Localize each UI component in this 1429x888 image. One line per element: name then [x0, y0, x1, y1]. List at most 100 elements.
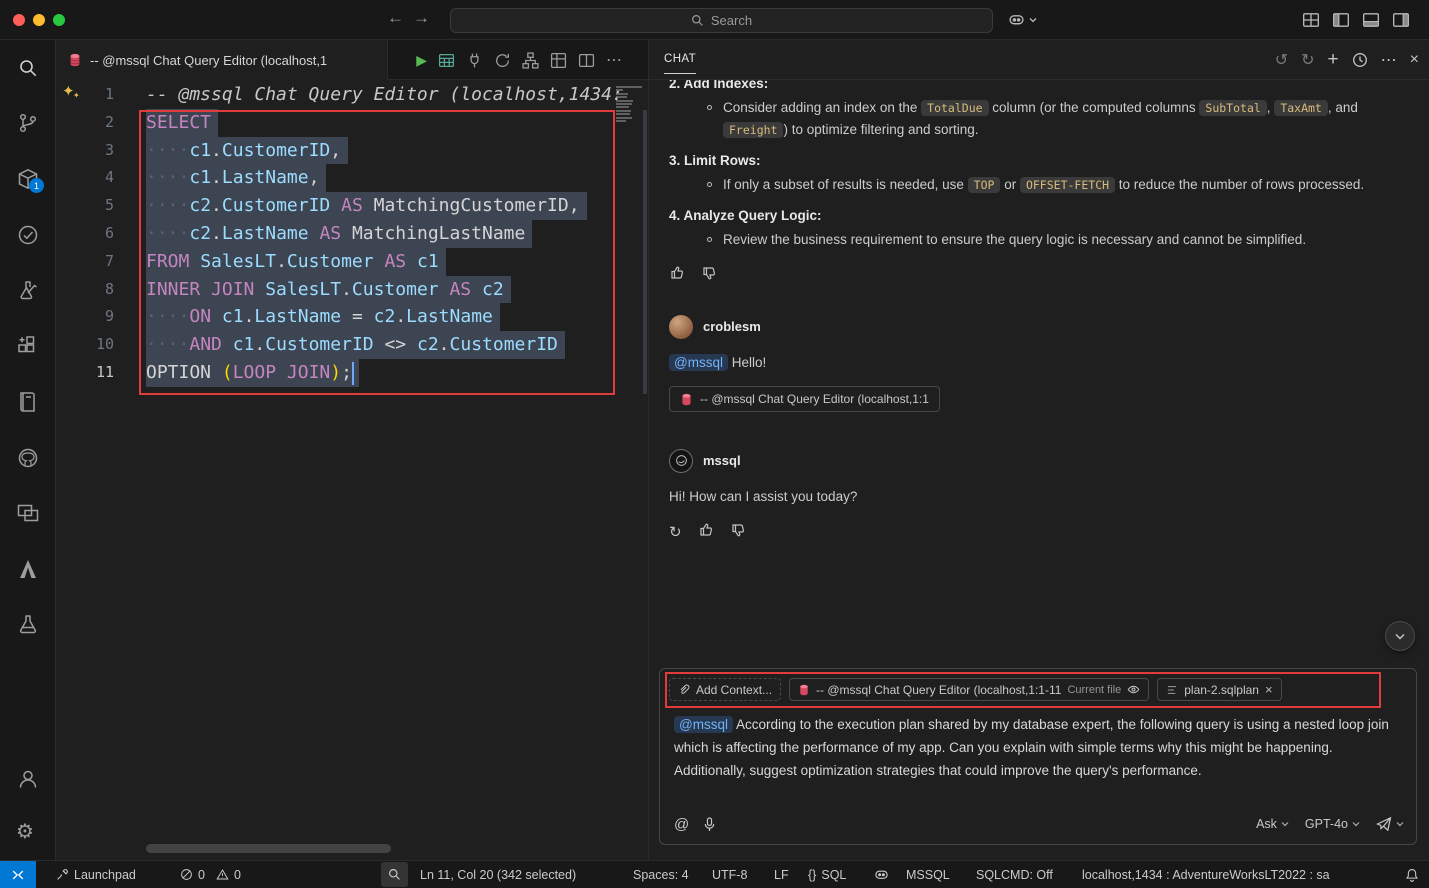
- warning-icon: [216, 868, 229, 881]
- customize-layout-button[interactable]: [1302, 11, 1320, 29]
- regenerate-button[interactable]: ↻: [669, 522, 682, 544]
- copilot-icon: [874, 867, 889, 882]
- remote-icon: [11, 868, 25, 882]
- close-window-button[interactable]: [13, 14, 25, 26]
- indentation-status-item[interactable]: Spaces: 4: [633, 861, 689, 888]
- chat-input-text[interactable]: @mssql According to the execution plan s…: [674, 713, 1402, 782]
- launchpad-status-item[interactable]: Launchpad: [56, 861, 136, 888]
- thumbs-up-icon: [698, 522, 714, 538]
- results-grid-icon: [438, 52, 455, 69]
- sidebar-item-notebooks[interactable]: [16, 390, 40, 414]
- thumbs-up-button[interactable]: [669, 265, 685, 281]
- chat-close-button[interactable]: ×: [1410, 51, 1419, 69]
- scroll-down-button[interactable]: [1385, 621, 1415, 651]
- tab-chat[interactable]: CHAT: [664, 53, 696, 74]
- language-status-item[interactable]: {}SQL: [808, 861, 846, 888]
- plug-icon: [466, 52, 483, 69]
- redo-icon[interactable]: ↻: [1301, 50, 1314, 70]
- eye-icon[interactable]: [1127, 683, 1140, 696]
- toggle-secondary-sidebar-button[interactable]: [1392, 11, 1410, 29]
- mssql-status-item[interactable]: MSSQL: [906, 861, 950, 888]
- send-button[interactable]: [1376, 816, 1404, 832]
- zoom-window-button[interactable]: [53, 14, 65, 26]
- notifications-button[interactable]: [1405, 861, 1419, 888]
- toggle-primary-sidebar-button[interactable]: [1332, 11, 1350, 29]
- sidebar-item-test-runner[interactable]: [16, 279, 40, 303]
- refresh-icon: [494, 52, 511, 69]
- cursor-position-status-item[interactable]: Ln 11, Col 20 (342 selected): [420, 861, 576, 888]
- thumbs-down-button[interactable]: [701, 265, 717, 281]
- thumbs-up-button[interactable]: [698, 522, 714, 544]
- sqlcmd-status-item[interactable]: SQLCMD: Off: [976, 861, 1053, 888]
- chevron-down-icon: [1281, 821, 1289, 827]
- copilot-status-item[interactable]: [874, 861, 889, 888]
- list-item: Review the business requirement to ensur…: [707, 229, 1405, 251]
- new-chat-button[interactable]: +: [1328, 49, 1339, 71]
- sidebar-item-source-control[interactable]: [16, 111, 40, 135]
- horizontal-scrollbar[interactable]: [146, 844, 391, 853]
- sidebar-item-remote-windows[interactable]: [16, 501, 40, 525]
- sidebar-item-database-projects[interactable]: [16, 613, 40, 637]
- accounts-button[interactable]: [16, 767, 40, 791]
- search-icon: [16, 56, 40, 80]
- code-editor[interactable]: ✦✦ 1-- @mssql Chat Query Editor (localho…: [56, 80, 648, 860]
- plan-file-icon: [1166, 684, 1178, 696]
- copilot-icon: [1008, 11, 1025, 28]
- connect-button[interactable]: [466, 52, 483, 69]
- sidebar-item-azure[interactable]: [16, 557, 40, 581]
- chat-input[interactable]: Add Context... -- @mssql Chat Query Edit…: [659, 668, 1417, 845]
- context-file-chip[interactable]: -- @mssql Chat Query Editor (localhost,1…: [789, 678, 1149, 701]
- ask-mode-button[interactable]: Ask: [1256, 817, 1289, 831]
- zoom-button[interactable]: [381, 862, 408, 887]
- at-mention-button[interactable]: @: [674, 816, 689, 833]
- sidebar-item-github[interactable]: [16, 446, 40, 470]
- layout-sidebar-left-icon: [1332, 11, 1350, 29]
- undo-icon[interactable]: ↺: [1275, 50, 1288, 70]
- results-grid-button[interactable]: [438, 52, 455, 69]
- sidebar-item-search[interactable]: [16, 56, 40, 80]
- settings-button[interactable]: ⚙: [16, 819, 40, 843]
- sidebar-item-extensions[interactable]: [16, 334, 40, 358]
- encoding-status-item[interactable]: UTF-8: [712, 861, 747, 888]
- magnifier-icon: [388, 868, 401, 881]
- run-query-button[interactable]: ▶: [416, 52, 427, 69]
- sidebar-item-testing[interactable]: [16, 223, 40, 247]
- problems-status-item[interactable]: 0 0: [180, 861, 241, 888]
- schema-designer-button[interactable]: [522, 52, 539, 69]
- thumbs-down-button[interactable]: [730, 522, 746, 544]
- model-picker-button[interactable]: GPT-4o: [1305, 817, 1360, 831]
- list-item-title: 4. Analyze Query Logic:: [669, 205, 1405, 227]
- chat-more-button[interactable]: ⋯: [1381, 50, 1397, 70]
- chat-history-button[interactable]: [1352, 52, 1368, 68]
- assistant-message: mssql Hi! How can I assist you today? ↻: [669, 449, 1405, 544]
- mic-button[interactable]: [703, 817, 716, 832]
- close-icon[interactable]: ×: [1265, 682, 1273, 697]
- split-editor-button[interactable]: [578, 52, 595, 69]
- list-item: Consider adding an index on the TotalDue…: [707, 97, 1405, 141]
- context-plan-chip[interactable]: plan-2.sqlplan ×: [1157, 678, 1281, 701]
- chevron-down-icon: [1396, 821, 1404, 827]
- remote-indicator[interactable]: [0, 861, 36, 888]
- eol-status-item[interactable]: LF: [774, 861, 789, 888]
- copilot-menu-button[interactable]: [1008, 11, 1037, 28]
- add-context-button[interactable]: Add Context...: [669, 678, 781, 701]
- attachment-pill[interactable]: -- @mssql Chat Query Editor (localhost,1…: [669, 386, 940, 412]
- minimap[interactable]: [616, 86, 642, 123]
- book-icon: [16, 390, 40, 414]
- nav-back-button[interactable]: ←: [387, 8, 404, 28]
- command-center-search[interactable]: Search: [450, 8, 993, 33]
- nav-forward-button[interactable]: →: [413, 8, 430, 28]
- editor-actions: ▶ ⋯: [416, 40, 622, 80]
- editor-more-actions-button[interactable]: ⋯: [606, 50, 622, 70]
- editor-tab[interactable]: -- @mssql Chat Query Editor (localhost,1: [56, 40, 388, 80]
- toggle-panel-button[interactable]: [1362, 11, 1380, 29]
- paperclip-icon: [678, 684, 690, 696]
- layout-grid-icon: [1302, 11, 1320, 29]
- chat-panel-header: CHAT ↺ ↻ + ⋯ ×: [649, 40, 1429, 80]
- user-message: croblesm @mssql Hello! -- @mssql Chat Qu…: [669, 315, 1405, 413]
- connection-status-item[interactable]: localhost,1434 : AdventureWorksLT2022 : …: [1082, 861, 1330, 888]
- query-plan-button[interactable]: [550, 52, 567, 69]
- thumbs-down-icon: [730, 522, 746, 538]
- estimated-plan-button[interactable]: [494, 52, 511, 69]
- minimize-window-button[interactable]: [33, 14, 45, 26]
